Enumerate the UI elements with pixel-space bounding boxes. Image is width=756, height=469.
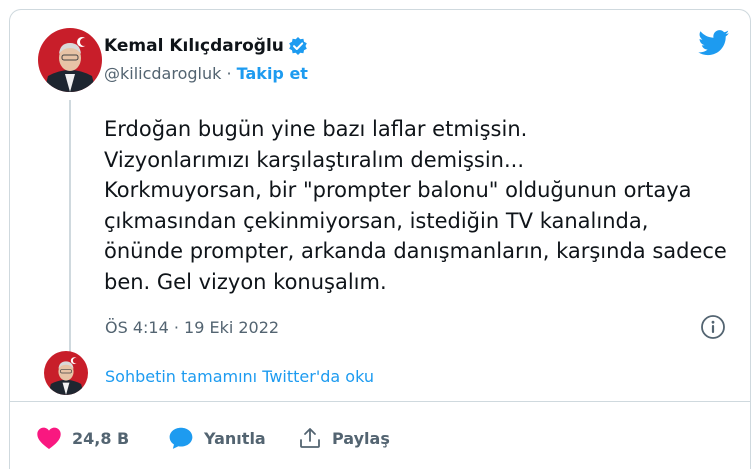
author-name[interactable]: Kemal Kılıçdaroğlu <box>104 36 284 56</box>
verified-badge-icon <box>288 36 308 56</box>
thread-line <box>69 100 71 354</box>
reply-button[interactable]: Yanıtla <box>168 426 266 450</box>
speech-bubble-icon <box>168 426 194 450</box>
thread-avatar[interactable] <box>44 351 88 395</box>
share-icon <box>298 426 322 450</box>
author-avatar[interactable] <box>38 28 102 92</box>
author-name-row[interactable]: Kemal Kılıçdaroğlu <box>104 36 308 56</box>
share-button[interactable]: Paylaş <box>298 426 390 450</box>
tweet-text: Erdoğan bugün yine bazı laflar etmişsin.… <box>104 117 727 294</box>
read-thread-link[interactable]: Sohbetin tamamını Twitter'da oku <box>105 367 374 386</box>
author-handle[interactable]: @kilicdarogluk <box>104 64 221 83</box>
tweet-card: Kemal Kılıçdaroğlu @kilicdarogluk · Taki… <box>9 9 751 469</box>
like-count: 24,8 B <box>72 428 130 448</box>
share-label: Paylaş <box>332 428 390 448</box>
like-button[interactable]: 24,8 B <box>36 426 129 450</box>
info-icon[interactable] <box>700 314 726 340</box>
handle-separator: · <box>221 64 237 83</box>
divider <box>10 401 750 402</box>
reply-label: Yanıtla <box>204 428 266 448</box>
twitter-bird-icon[interactable] <box>698 30 730 56</box>
heart-icon <box>36 426 62 450</box>
follow-link[interactable]: Takip et <box>237 64 308 83</box>
tweet-timestamp[interactable]: ÖS 4:14 · 19 Eki 2022 <box>105 318 279 337</box>
author-handle-row: @kilicdarogluk · Takip et <box>104 64 308 83</box>
